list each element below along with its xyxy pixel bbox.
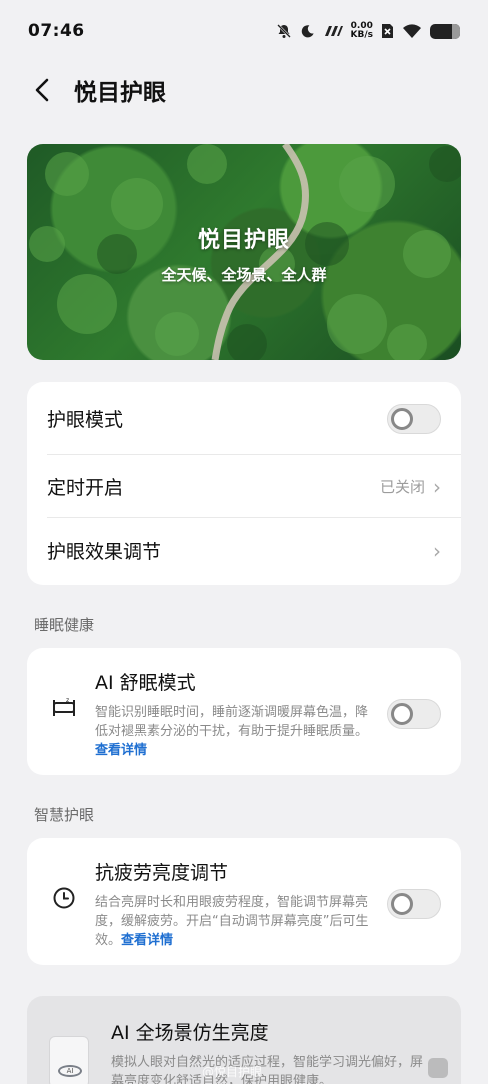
ai-sleep-toggle[interactable] xyxy=(387,699,441,729)
schedule-row[interactable]: 定时开启 已关闭 › xyxy=(27,455,461,518)
schedule-label: 定时开启 xyxy=(47,477,124,499)
anti-fatigue-card: 抗疲劳亮度调节 结合亮屏时长和用眼疲劳程度，智能调节屏幕亮度，缓解疲劳。开启“自… xyxy=(27,838,461,965)
scroll-top-button[interactable] xyxy=(428,1058,448,1078)
anti-fatigue-row: 抗疲劳亮度调节 结合亮屏时长和用眼疲劳程度，智能调节屏幕亮度，缓解疲劳。开启“自… xyxy=(27,838,461,968)
effect-adjust-row[interactable]: 护眼效果调节 › xyxy=(27,518,461,583)
net-speed-unit: KB/s xyxy=(350,30,373,40)
schedule-value: 已关闭 xyxy=(379,478,425,496)
ai-brightness-icon-text: AI xyxy=(58,1065,82,1077)
back-arrow-icon xyxy=(35,78,49,102)
ai-sleep-desc-text: 智能识别睡眠时间，睡前逐渐调暖屏幕色温，降低对褪黑素分泌的干扰，有助于提升睡眠质… xyxy=(95,705,369,739)
chevron-right-icon: › xyxy=(433,474,441,499)
anti-fatigue-details-link[interactable]: 查看详情 xyxy=(121,933,173,948)
banner-title: 悦目护眼 xyxy=(197,228,290,253)
banner-image: 悦目护眼 全天候、全场景、全人群 xyxy=(27,144,461,360)
anti-fatigue-description: 结合亮屏时长和用眼疲劳程度，智能调节屏幕亮度，缓解疲劳。开启“自动调节屏幕亮度”… xyxy=(95,893,377,950)
eye-care-mode-toggle[interactable] xyxy=(387,403,441,434)
anti-fatigue-title: 抗疲劳亮度调节 xyxy=(95,862,229,884)
wifi-icon xyxy=(403,23,421,38)
eye-care-settings-card: 护眼模式 定时开启 已关闭 › 护眼效果调节 › xyxy=(27,382,461,585)
moon-icon xyxy=(301,24,314,37)
sim-off-icon xyxy=(382,24,393,38)
eye-care-mode-row[interactable]: 护眼模式 xyxy=(27,382,461,455)
effect-adjust-label: 护眼效果调节 xyxy=(47,541,162,563)
ai-sleep-row: z AI 舒眠模式 智能识别睡眠时间，睡前逐渐调暖屏幕色温，降低对褪黑素分泌的干… xyxy=(27,648,461,778)
anti-fatigue-toggle[interactable] xyxy=(387,889,441,919)
battery-icon xyxy=(430,23,460,39)
ai-sleep-description: 智能识别睡眠时间，睡前逐渐调暖屏幕色温，降低对褪黑素分泌的干扰，有助于提升睡眠质… xyxy=(95,703,377,760)
clock-icon xyxy=(47,886,81,910)
status-icons: 0.00 KB/s xyxy=(276,22,460,40)
section-label-sleep: 睡眠健康 xyxy=(34,616,95,634)
net-speed: 0.00 KB/s xyxy=(351,22,373,40)
header: 悦目护眼 xyxy=(0,62,488,118)
page-title: 悦目护眼 xyxy=(74,80,166,106)
ai-sleep-title: AI 舒眠模式 xyxy=(95,672,196,694)
status-bar: 07:46 0.00 KB/s xyxy=(0,0,488,62)
watermark: @悦目护眼 xyxy=(202,1065,263,1079)
svg-text:z: z xyxy=(66,697,69,704)
back-button[interactable] xyxy=(28,76,56,104)
ai-brightness-icon: AI xyxy=(49,1036,89,1084)
mute-icon xyxy=(276,24,291,38)
ai-sleep-details-link[interactable]: 查看详情 xyxy=(95,743,147,758)
ai-sleep-card: z AI 舒眠模式 智能识别睡眠时间，睡前逐渐调暖屏幕色温，降低对褪黑素分泌的干… xyxy=(27,648,461,775)
signal-speed-icon xyxy=(324,26,343,36)
ai-brightness-title: AI 全场景仿生亮度 xyxy=(111,1022,269,1044)
eye-care-mode-label: 护眼模式 xyxy=(47,409,124,431)
banner-text: 悦目护眼 全天候、全场景、全人群 xyxy=(27,222,461,285)
ai-brightness-description: 模拟人眼对自然光的适应过程，智能学习调光偏好，屏幕亮度变化舒适自然，保护用眼健康… xyxy=(111,1055,424,1084)
banner-subtitle: 全天候、全场景、全人群 xyxy=(161,266,327,284)
status-time: 07:46 xyxy=(28,21,85,41)
chevron-right-icon: › xyxy=(433,538,441,563)
section-label-smart: 智慧护眼 xyxy=(34,806,95,824)
bed-icon: z xyxy=(47,696,81,718)
